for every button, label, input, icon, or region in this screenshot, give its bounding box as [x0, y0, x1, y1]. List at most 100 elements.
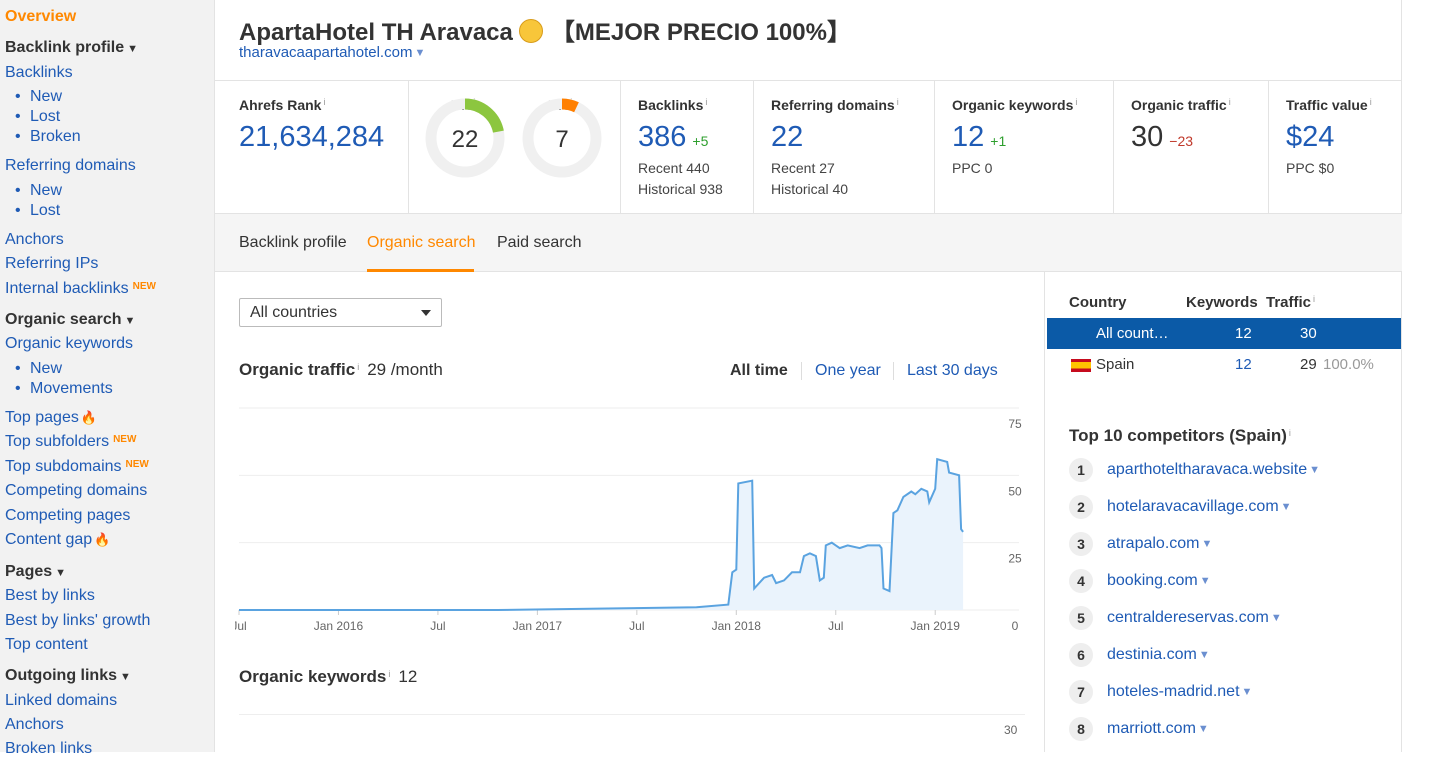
country-select[interactable]: All countries	[239, 298, 442, 327]
new-badge: NEW	[113, 434, 137, 445]
sidebar-item-overview[interactable]: Overview	[5, 8, 76, 26]
sidebar-item-top-subdomains[interactable]: Top subdomains NEW	[5, 458, 149, 476]
sidebar-item-backlinks[interactable]: Backlinks	[5, 64, 73, 82]
tab-backlink-profile[interactable]: Backlink profile	[239, 234, 347, 252]
competitor-domain-link[interactable]: atrapalo.com	[1107, 535, 1200, 552]
traffic-value-ppc: PPC $0	[1286, 160, 1335, 176]
info-icon[interactable]: i	[705, 97, 707, 107]
rating-gauges: 22 7	[425, 98, 602, 178]
sidebar-item-refdomains-lost[interactable]: • Lost	[5, 202, 60, 220]
sidebar-item-top-content[interactable]: Top content	[5, 636, 88, 654]
competitor-domain-link[interactable]: marriott.com	[1107, 720, 1196, 737]
sidebar-item-organic-keywords[interactable]: Organic keywords	[5, 335, 133, 353]
organic-traffic-heading: Organic traffic i 29 /month	[239, 360, 443, 379]
sidebar-item-competing-domains[interactable]: Competing domains	[5, 482, 147, 500]
info-icon[interactable]: i	[1075, 97, 1077, 107]
x-tick-label: Jan 2018	[712, 619, 762, 633]
chevron-down-icon[interactable]: ▼	[414, 47, 425, 59]
sidebar-item-backlinks-broken[interactable]: • Broken	[5, 128, 81, 146]
sidebar-item-keywords-new[interactable]: • New	[5, 360, 62, 378]
sidebar-item-linked-domains[interactable]: Linked domains	[5, 692, 117, 710]
sidebar-item-top-subfolders[interactable]: Top subfolders NEW	[5, 433, 136, 451]
sidebar-item-label: Content gap	[5, 531, 93, 548]
sidebar-head-outgoing-links[interactable]: Outgoing links ▼	[5, 667, 131, 685]
sidebar-item-best-by-links-growth[interactable]: Best by links' growth	[5, 612, 150, 630]
sidebar-item-backlinks-lost[interactable]: • Lost	[5, 108, 60, 126]
competitor-row: 1 aparthoteltharavaca.website ▼	[1069, 458, 1320, 484]
sidebar-item-backlinks-new[interactable]: • New	[5, 88, 62, 106]
sidebar-item-refdomains-new[interactable]: • New	[5, 182, 62, 200]
competitor-domain-link[interactable]: hoteles-madrid.net	[1107, 683, 1240, 700]
info-icon[interactable]: i	[323, 97, 325, 107]
sidebar-item-content-gap[interactable]: Content gap 🔥	[5, 531, 110, 549]
info-icon[interactable]: i	[897, 97, 899, 107]
range-all-time[interactable]: All time	[730, 362, 788, 380]
competitor-domain-link[interactable]: booking.com	[1107, 572, 1198, 589]
tab-paid-search[interactable]: Paid search	[497, 234, 582, 252]
competitor-domain-link[interactable]: centraldereservas.com	[1107, 609, 1269, 626]
info-icon[interactable]: i	[1313, 294, 1315, 304]
sidebar-item-label: Competing domains	[5, 482, 148, 499]
sidebar-head-pages[interactable]: Pages ▼	[5, 563, 66, 581]
domain-selector[interactable]: tharavacaapartahotel.com ▼	[239, 44, 425, 61]
sidebar-item-outgoing-anchors[interactable]: Anchors	[5, 716, 64, 734]
sidebar-item-top-pages[interactable]: Top pages 🔥	[5, 409, 97, 427]
domain-link[interactable]: tharavacaapartahotel.com	[239, 44, 412, 61]
dr-gauge-fill	[561, 98, 579, 113]
referring-domains-value[interactable]: 22	[771, 121, 803, 154]
country-traffic-share: 100.0%	[1323, 356, 1374, 373]
country-row-all[interactable]: All count… 12 30	[1047, 318, 1401, 349]
country-panel: Country Keywords Traffic i All count… 12 …	[1044, 272, 1402, 752]
competitor-row: 6 destinia.com ▼	[1069, 643, 1210, 669]
tab-organic-search[interactable]: Organic search	[367, 234, 476, 252]
info-icon[interactable]: i	[357, 362, 359, 372]
backlinks-recent: Recent 440	[638, 160, 710, 176]
y-tick-label: 0	[1012, 619, 1019, 633]
sidebar-item-keywords-movements[interactable]: • Movements	[5, 380, 113, 398]
chevron-down-icon[interactable]: ▼	[1309, 464, 1320, 476]
competitor-row: 3 atrapalo.com ▼	[1069, 532, 1212, 558]
competitor-domain-link[interactable]: destinia.com	[1107, 646, 1197, 663]
sidebar-head-backlink-profile[interactable]: Backlink profile ▼	[5, 39, 138, 57]
sidebar-head-organic-search[interactable]: Organic search ▼	[5, 311, 135, 329]
country-name: All count…	[1096, 325, 1169, 342]
backlinks-delta: +5	[692, 133, 709, 149]
info-icon[interactable]: i	[1229, 97, 1231, 107]
x-tick-label: Jul	[629, 619, 644, 633]
traffic-delta: −23	[1169, 133, 1194, 149]
chevron-down-icon: ▼	[120, 671, 131, 683]
metric-label: Referring domains i	[771, 97, 899, 113]
chevron-down-icon[interactable]: ▼	[1200, 575, 1211, 587]
chevron-down-icon[interactable]: ▼	[1202, 538, 1213, 550]
info-icon[interactable]: i	[388, 669, 390, 679]
info-icon[interactable]: i	[1370, 97, 1372, 107]
sidebar-item-label: New	[30, 182, 63, 199]
sidebar-item-label: Organic search	[5, 311, 122, 328]
bullet-icon: •	[15, 128, 21, 145]
sidebar-item-referring-ips[interactable]: Referring IPs	[5, 255, 98, 273]
organic-keywords-value[interactable]: 12 +1	[952, 121, 1006, 154]
country-keywords[interactable]: 12	[1235, 356, 1252, 373]
chevron-down-icon[interactable]: ▼	[1199, 649, 1210, 661]
sidebar-item-label: Lost	[30, 202, 61, 219]
sidebar-item-referring-domains[interactable]: Referring domains	[5, 157, 136, 175]
chevron-down-icon[interactable]: ▼	[1281, 501, 1292, 513]
chevron-down-icon[interactable]: ▼	[1271, 612, 1282, 624]
sidebar-item-best-by-links[interactable]: Best by links	[5, 587, 95, 605]
country-row-spain[interactable]: Spain 12 29 100.0%	[1047, 349, 1401, 380]
sidebar-item-anchors[interactable]: Anchors	[5, 231, 64, 249]
chevron-down-icon[interactable]: ▼	[1242, 686, 1253, 698]
sidebar-item-competing-pages[interactable]: Competing pages	[5, 507, 130, 525]
competitor-domain-link[interactable]: hotelaravacavillage.com	[1107, 498, 1279, 515]
range-one-year[interactable]: One year	[815, 362, 881, 380]
range-divider	[801, 362, 802, 380]
range-last-30-days[interactable]: Last 30 days	[907, 362, 998, 380]
info-icon[interactable]: i	[1289, 428, 1291, 438]
sidebar-item-internal-backlinks[interactable]: Internal backlinks NEW	[5, 280, 156, 298]
sidebar-item-broken-links[interactable]: Broken links	[5, 740, 92, 758]
chevron-down-icon[interactable]: ▼	[1198, 723, 1209, 735]
competitor-domain-link[interactable]: aparthoteltharavaca.website	[1107, 461, 1307, 478]
sidebar-item-label: Organic keywords	[5, 335, 134, 352]
backlinks-value[interactable]: 386 +5	[638, 121, 708, 154]
competitor-row: 8 marriott.com ▼	[1069, 717, 1209, 743]
